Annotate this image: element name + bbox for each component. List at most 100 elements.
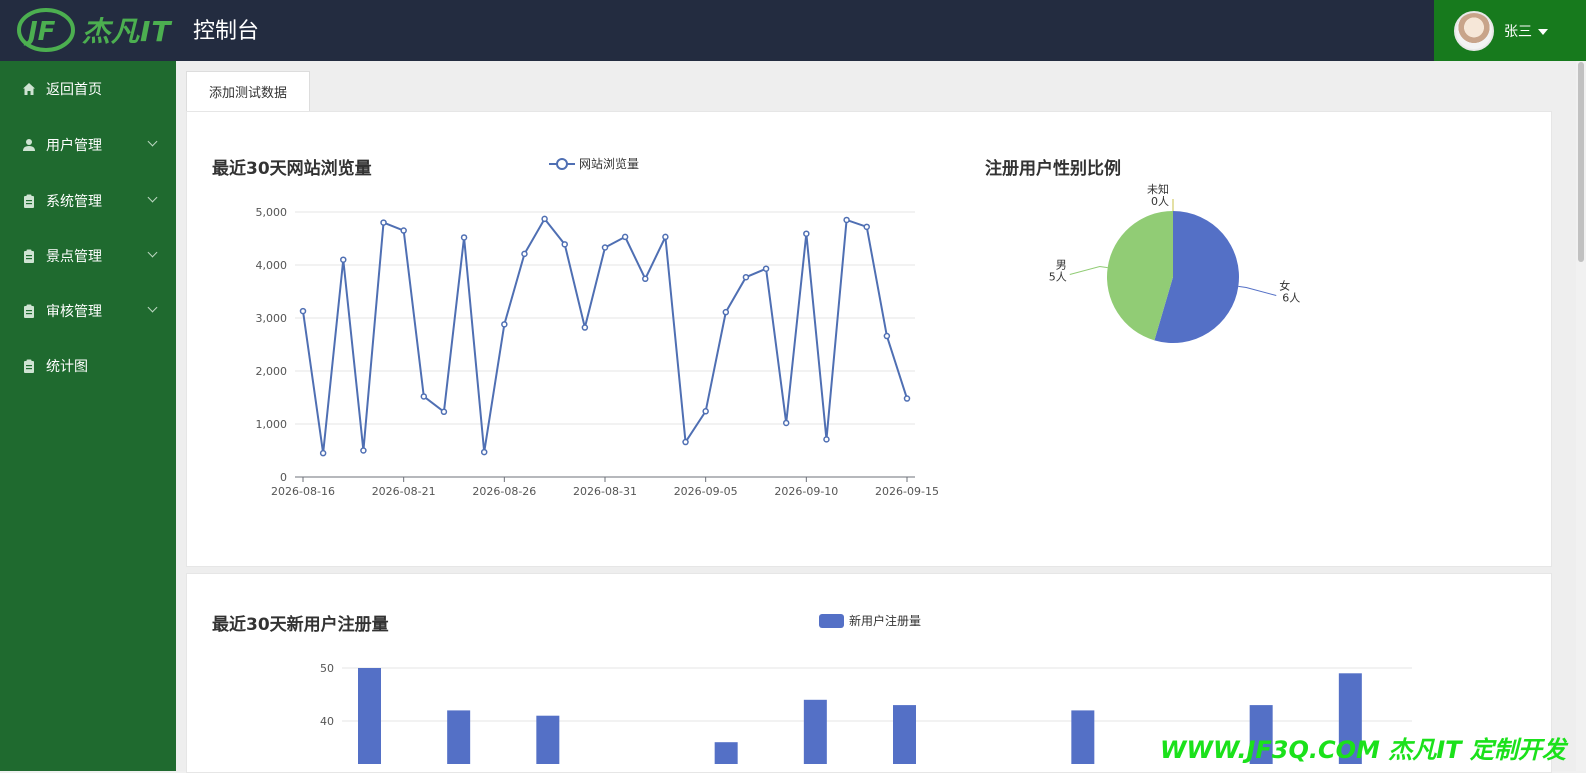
data-point: [621, 233, 629, 241]
chevron-down-icon: [147, 247, 158, 258]
series-line: [302, 217, 908, 454]
data-point: [702, 408, 709, 415]
bar-chart-title: 最近30天新用户注册量: [212, 615, 389, 635]
clipboard-icon: [22, 359, 36, 373]
pie-chart: 女6人男5人未知0人: [1049, 182, 1300, 343]
data-point: [521, 250, 528, 258]
sidebar-item-label: 系统管理: [46, 194, 102, 210]
sidebar-item-attractions[interactable]: 景点管理: [0, 236, 176, 276]
line-chart-title: 最近30天网站浏览量: [212, 159, 372, 179]
data-point: [883, 332, 891, 340]
y-tick-label: 0: [280, 471, 287, 484]
x-tick-label: 2026-09-10: [774, 485, 838, 498]
data-point: [722, 308, 730, 316]
jf-logo-icon: JF: [17, 8, 75, 52]
data-point: [782, 419, 790, 427]
logo[interactable]: JF 杰凡IT: [16, 6, 172, 54]
x-tick-label: 2026-09-05: [674, 485, 738, 498]
data-point: [823, 436, 830, 443]
legend-label: 网站浏览量: [579, 157, 640, 171]
bar: [714, 742, 738, 764]
data-point: [682, 438, 689, 446]
sidebar-item-home[interactable]: 返回首页: [0, 69, 176, 109]
chart-card-top: 最近30天网站浏览量 网站浏览量 0 1,000 2,000 3,000 4,000 5,…: [186, 111, 1552, 567]
tab-add-test-data[interactable]: 添加测试数据: [186, 71, 310, 111]
x-tick-label: 2026-09-15: [875, 485, 939, 498]
bar-chart-legend[interactable]: 新用户注册量: [819, 612, 921, 629]
data-point: [319, 449, 327, 457]
y-tick-label: 40: [320, 715, 334, 728]
user-icon: [22, 138, 36, 152]
y-tick-label: 5,000: [256, 206, 288, 219]
y-tick-label: 1,000: [256, 418, 288, 431]
bar: [803, 699, 827, 764]
chevron-down-icon: [147, 302, 158, 313]
sidebar-item-label: 返回首页: [46, 82, 102, 98]
sidebar-item-label: 统计图: [46, 359, 88, 375]
pie-label-line: [1069, 265, 1108, 275]
data-point: [501, 321, 508, 328]
y-tick-label: 4,000: [256, 259, 288, 272]
data-point: [420, 393, 428, 400]
data-point: [561, 241, 568, 248]
watermark-text: WWW.JF3Q.COM 杰凡IT 定制开发: [1160, 736, 1566, 764]
chevron-down-icon: [147, 192, 158, 203]
y-tick-label: 2,000: [256, 365, 288, 378]
sidebar-item-review[interactable]: 审核管理: [0, 291, 176, 331]
data-point: [843, 216, 850, 224]
data-point: [662, 233, 669, 241]
avatar[interactable]: [1454, 10, 1494, 51]
bar: [1071, 710, 1095, 764]
data-point: [400, 227, 407, 234]
x-tick-label: 2026-08-26: [472, 485, 536, 498]
pie-label-name: 女: [1279, 279, 1290, 293]
bar: [447, 710, 471, 764]
data-point: [762, 265, 770, 272]
caret-down-icon[interactable]: [1538, 28, 1548, 35]
data-point: [541, 215, 548, 223]
scrollbar-thumb[interactable]: [1578, 62, 1584, 262]
sidebar-item-stats[interactable]: 统计图: [0, 346, 176, 386]
main-content: 添加测试数据 最近30天网站浏览量 网站浏览量 0 1,000 2,000 3,000…: [176, 61, 1586, 773]
x-tick-label: 2026-08-31: [573, 485, 637, 498]
data-point: [340, 256, 347, 263]
pie-label-name: 未知: [1147, 182, 1169, 196]
chevron-down-icon: [147, 136, 158, 147]
data-point: [299, 307, 307, 315]
sidebar-item-users[interactable]: 用户管理: [0, 125, 176, 165]
sidebar-item-label: 审核管理: [46, 304, 102, 320]
home-icon: [22, 82, 36, 96]
clipboard-icon: [22, 249, 36, 263]
pie-label-line: [1238, 285, 1277, 297]
bar: [536, 715, 560, 764]
x-tick-label: 2026-08-16: [271, 485, 335, 498]
top-header: JF 杰凡IT 控制台 张三: [0, 0, 1586, 61]
user-name[interactable]: 张三: [1504, 21, 1532, 41]
sidebar-item-label: 用户管理: [46, 138, 102, 154]
data-point: [480, 448, 488, 456]
line-chart-legend[interactable]: 网站浏览量: [549, 155, 639, 172]
y-tick-label: 3,000: [256, 312, 288, 325]
bar: [893, 705, 916, 764]
legend-bar-icon: [819, 613, 844, 628]
data-point: [803, 230, 810, 237]
data-point: [380, 219, 387, 226]
data-point: [863, 223, 870, 231]
data-point: [460, 234, 468, 241]
sidebar: 返回首页 用户管理 系统管理 景点管理 审核管理 统计图: [0, 61, 176, 771]
sidebar-item-label: 景点管理: [46, 249, 102, 265]
data-point: [742, 273, 750, 281]
data-point: [903, 395, 911, 402]
user-menu[interactable]: 张三: [1434, 0, 1586, 61]
bar: [358, 668, 381, 764]
y-tick-label: 50: [320, 662, 334, 675]
pie-label-value: 0人: [1151, 195, 1169, 208]
clipboard-icon: [22, 194, 36, 208]
data-point: [581, 324, 589, 331]
sidebar-item-system[interactable]: 系统管理: [0, 181, 176, 221]
data-point: [642, 275, 649, 283]
legend-label: 新用户注册量: [849, 614, 922, 628]
pie-label-value: 6人: [1282, 292, 1300, 305]
x-tick-label: 2026-08-21: [372, 485, 436, 498]
data-point: [360, 447, 367, 454]
